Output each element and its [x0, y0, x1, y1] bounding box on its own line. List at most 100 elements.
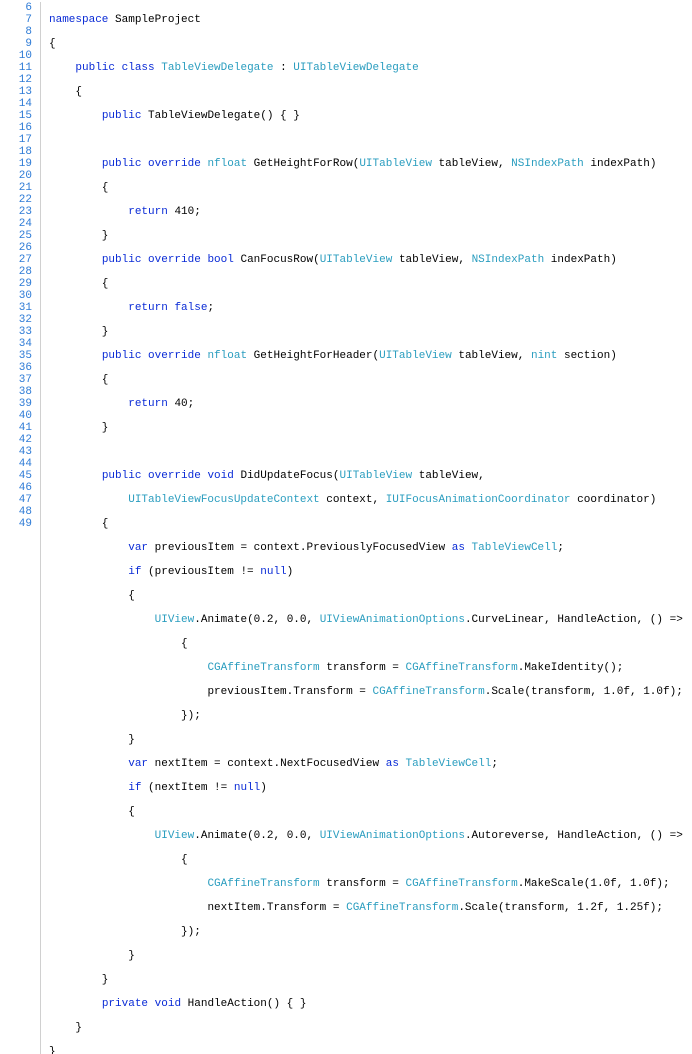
- number-literal: 1.0f: [630, 878, 656, 890]
- keyword: void: [207, 470, 233, 482]
- keyword: var: [128, 542, 148, 554]
- member: Scale: [491, 686, 524, 698]
- type-name: CGAffineTransform: [406, 878, 518, 890]
- line-number: 49: [0, 518, 32, 530]
- number-literal: 1.0f: [604, 686, 630, 698]
- param: section: [564, 350, 610, 362]
- line-number: 11: [0, 62, 32, 74]
- type-name: CGAffineTransform: [207, 662, 319, 674]
- type-name: IUIFocusAnimationCoordinator: [386, 494, 571, 506]
- line-number: 6: [0, 2, 32, 14]
- line-number: 31: [0, 302, 32, 314]
- code-content[interactable]: namespace SampleProject { public class T…: [49, 2, 692, 1054]
- keyword: bool: [207, 254, 233, 266]
- identifier: nextItem: [207, 902, 260, 914]
- line-number: 16: [0, 122, 32, 134]
- member: Transform: [293, 686, 352, 698]
- identifier: nextItem: [155, 782, 208, 794]
- line-number: 35: [0, 350, 32, 362]
- identifier: transform: [531, 686, 590, 698]
- line-number: 29: [0, 278, 32, 290]
- line-number: 47: [0, 494, 32, 506]
- keyword: var: [128, 758, 148, 770]
- line-number: 45: [0, 470, 32, 482]
- line-number: 44: [0, 458, 32, 470]
- line-number: 40: [0, 410, 32, 422]
- namespace-name: SampleProject: [115, 14, 201, 26]
- ctor-name: TableViewDelegate: [148, 110, 260, 122]
- keyword: override: [148, 350, 201, 362]
- keyword: false: [174, 302, 207, 314]
- keyword: null: [260, 566, 286, 578]
- line-number: 43: [0, 446, 32, 458]
- line-number: 22: [0, 194, 32, 206]
- member: Animate: [201, 830, 247, 842]
- keyword: null: [234, 782, 260, 794]
- method-name: GetHeightForRow: [254, 158, 353, 170]
- line-number: 19: [0, 158, 32, 170]
- keyword: public: [102, 350, 142, 362]
- keyword: public: [75, 62, 115, 74]
- line-number: 12: [0, 74, 32, 86]
- keyword: override: [148, 470, 201, 482]
- line-number: 13: [0, 86, 32, 98]
- member: Autoreverse: [472, 830, 545, 842]
- keyword: override: [148, 158, 201, 170]
- type-name: CGAffineTransform: [406, 662, 518, 674]
- type-name: UITableView: [379, 350, 452, 362]
- line-number: 14: [0, 98, 32, 110]
- type-name: UIViewAnimationOptions: [320, 830, 465, 842]
- local-var: transform: [326, 878, 385, 890]
- number-literal: 0.2: [254, 830, 274, 842]
- number-literal: 0.2: [254, 614, 274, 626]
- method-name: DidUpdateFocus: [240, 470, 332, 482]
- identifier: context: [227, 758, 273, 770]
- param: tableView: [458, 350, 517, 362]
- type-name: TableViewDelegate: [161, 62, 273, 74]
- type-name: UIView: [155, 614, 195, 626]
- keyword: return: [128, 302, 168, 314]
- number-literal: 0.0: [287, 830, 307, 842]
- identifier: previousItem: [155, 566, 234, 578]
- type-name: CGAffineTransform: [373, 686, 485, 698]
- keyword: override: [148, 254, 201, 266]
- line-number: 9: [0, 38, 32, 50]
- local-var: nextItem: [155, 758, 208, 770]
- type-name: UIView: [155, 830, 195, 842]
- keyword: as: [452, 542, 465, 554]
- keyword: as: [386, 758, 399, 770]
- keyword: private: [102, 998, 148, 1010]
- line-number: 38: [0, 386, 32, 398]
- code-editor: 6 7 8 9 10 11 12 13 14 15 16 17 18 19 20…: [0, 0, 692, 1054]
- line-number: 37: [0, 374, 32, 386]
- member: MakeIdentity: [524, 662, 603, 674]
- type-name: TableViewCell: [472, 542, 558, 554]
- type-name: UITableView: [340, 470, 413, 482]
- param: indexPath: [551, 254, 610, 266]
- line-number: 20: [0, 170, 32, 182]
- type-name: UIViewAnimationOptions: [320, 614, 465, 626]
- type-name: NSIndexPath: [472, 254, 545, 266]
- line-number-gutter: 6 7 8 9 10 11 12 13 14 15 16 17 18 19 20…: [0, 2, 40, 1054]
- number-literal: 1.0f: [590, 878, 616, 890]
- param: tableView: [439, 158, 498, 170]
- keyword-namespace: namespace: [49, 14, 108, 26]
- method-name: HandleAction: [188, 998, 267, 1010]
- number-literal: 40: [174, 398, 187, 410]
- member: Scale: [465, 902, 498, 914]
- line-number: 30: [0, 290, 32, 302]
- gutter-divider: [40, 2, 41, 1054]
- keyword: if: [128, 782, 141, 794]
- member: NextFocusedView: [280, 758, 379, 770]
- number-literal: 1.0f: [643, 686, 669, 698]
- number-literal: 1.2f: [577, 902, 603, 914]
- type-name: nint: [531, 350, 557, 362]
- member: CurveLinear: [472, 614, 545, 626]
- method-name: CanFocusRow: [240, 254, 313, 266]
- local-var: previousItem: [155, 542, 234, 554]
- type-name: nfloat: [207, 158, 247, 170]
- type-name: UITableView: [359, 158, 432, 170]
- keyword: public: [102, 110, 142, 122]
- type-name: CGAffineTransform: [346, 902, 458, 914]
- line-number: 46: [0, 482, 32, 494]
